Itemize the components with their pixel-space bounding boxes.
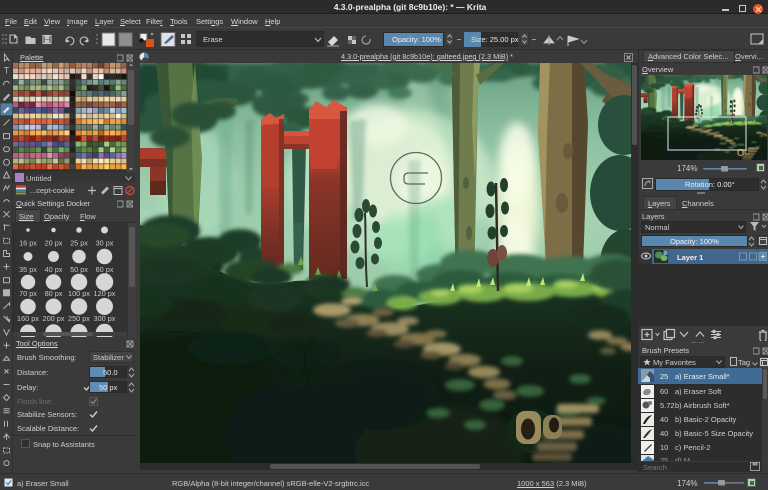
svg-text:35 px: 35 px [19,265,37,274]
svg-text:250 px: 250 px [68,314,90,323]
svg-text:50 px: 50 px [70,265,88,274]
svg-text:25 px: 25 px [70,239,88,248]
svg-text:30 px: 30 px [96,239,114,248]
svg-text:16 px: 16 px [19,239,37,248]
svg-text:120 px: 120 px [94,289,116,298]
svg-text:100 px: 100 px [68,289,90,298]
svg-text:80 px: 80 px [45,289,63,298]
svg-text:70 px: 70 px [19,289,37,298]
svg-text:160 px: 160 px [17,314,39,323]
svg-text:20 px: 20 px [45,239,63,248]
svg-text:T: T [4,66,10,76]
svg-text:200 px: 200 px [43,314,65,323]
svg-text:40 px: 40 px [45,265,63,274]
svg-text:300 px: 300 px [94,314,116,323]
svg-text:60 px: 60 px [96,265,114,274]
